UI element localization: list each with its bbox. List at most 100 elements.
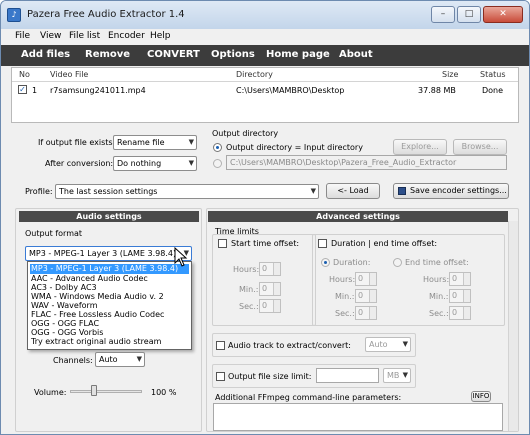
row-video-file: r7samsung241011.mp4: [50, 86, 146, 95]
audio-track-value: Auto: [369, 340, 388, 349]
col-directory[interactable]: Directory: [236, 70, 273, 79]
output-format-select[interactable]: MP3 - MPEG-1 Layer 3 (LAME 3.98.4) ▼: [25, 246, 192, 261]
end-min-spinner[interactable]: 0: [449, 289, 471, 303]
main-window: ♪ Pazera Free Audio Extractor 1.4 – □ ✕ …: [0, 0, 530, 435]
format-option[interactable]: MP3 - MPEG-1 Layer 3 (LAME 3.98.4): [30, 264, 189, 274]
chevron-down-icon: ▼: [136, 355, 142, 363]
end-offset-radio[interactable]: [393, 258, 402, 267]
size-unit-value: MB: [387, 371, 400, 380]
window-title: Pazera Free Audio Extractor 1.4: [27, 9, 185, 20]
end-hours-label: Hours:: [423, 275, 450, 284]
home-page-button[interactable]: Home page: [266, 49, 330, 60]
chevron-down-icon: ▼: [188, 138, 194, 146]
custom-dir-field[interactable]: C:\Users\MAMBRO\Desktop\Pazera_Free_Audi…: [226, 155, 507, 170]
size-limit-field[interactable]: [316, 368, 379, 383]
duration-radio[interactable]: [321, 258, 330, 267]
after-conversion-label: After conversion:: [45, 159, 114, 168]
duration-sec-label: Sec.:: [335, 309, 355, 318]
menu-view[interactable]: View: [40, 31, 61, 41]
size-unit-select[interactable]: MB ▼: [383, 368, 411, 383]
ffmpeg-params-label: Additional FFmpeg command-line parameter…: [215, 393, 402, 402]
size-limit-label: Output file size limit:: [228, 372, 312, 381]
convert-button[interactable]: CONVERT: [147, 49, 200, 60]
profile-select[interactable]: The last session settings ▼: [55, 184, 319, 199]
info-button[interactable]: INFO: [471, 391, 491, 402]
start-sec-label: Sec.:: [239, 302, 259, 311]
duration-hours-spinner[interactable]: 0: [355, 272, 377, 286]
end-offset-label: End time offset:: [405, 258, 469, 267]
explore-button[interactable]: Explore...: [393, 139, 447, 155]
after-conversion-value: Do nothing: [117, 159, 162, 168]
menu-file[interactable]: File: [15, 31, 30, 41]
col-status[interactable]: Status: [480, 70, 506, 79]
duration-checkbox[interactable]: [318, 239, 327, 248]
after-conversion-select[interactable]: Do nothing ▼: [113, 156, 197, 171]
custom-dir-radio[interactable]: [213, 159, 222, 168]
load-profile-button[interactable]: <- Load: [326, 183, 380, 199]
add-files-button[interactable]: Add files: [21, 49, 70, 60]
ffmpeg-params-field[interactable]: [213, 403, 503, 431]
save-disk-icon: [398, 187, 406, 195]
duration-sec-spinner[interactable]: 0: [355, 306, 377, 320]
close-button[interactable]: ✕: [483, 6, 523, 23]
chevron-down-icon: ▼: [402, 371, 408, 379]
audio-settings-title: Audio settings: [19, 211, 199, 222]
menu-help[interactable]: Help: [150, 31, 171, 41]
output-format-dropdown[interactable]: MP3 - MPEG-1 Layer 3 (LAME 3.98.4) AAC -…: [27, 261, 192, 350]
format-option[interactable]: Try extract original audio stream: [30, 337, 189, 347]
output-eq-input-radio[interactable]: [213, 143, 222, 152]
audio-track-checkbox[interactable]: [216, 341, 225, 350]
remove-button[interactable]: Remove: [85, 49, 130, 60]
profile-value: The last session settings: [59, 187, 158, 196]
end-min-label: Min.:: [429, 292, 449, 301]
menu-file-list[interactable]: File list: [69, 31, 100, 41]
toolbar: Add files Remove CONVERT Options Home pa…: [1, 45, 529, 66]
start-min-label: Min.:: [239, 285, 259, 294]
file-list[interactable]: No Video File Directory Size Status ✓ 1 …: [11, 67, 519, 123]
size-limit-checkbox[interactable]: [216, 372, 225, 381]
end-sec-label: Sec.:: [429, 309, 449, 318]
volume-label: Volume:: [34, 388, 67, 397]
browse-button[interactable]: Browse...: [453, 139, 507, 155]
file-list-header: No Video File Directory Size Status: [12, 68, 518, 82]
menu-encoder[interactable]: Encoder: [108, 31, 145, 41]
if-exists-select[interactable]: Rename file ▼: [113, 135, 197, 150]
output-directory-title: Output directory: [212, 129, 279, 138]
minimize-button[interactable]: –: [431, 6, 455, 23]
options-button[interactable]: Options: [211, 49, 255, 60]
profile-label: Profile:: [25, 187, 53, 196]
start-sec-spinner[interactable]: 0: [259, 299, 281, 313]
end-hours-spinner[interactable]: 0: [449, 272, 471, 286]
maximize-button[interactable]: □: [457, 6, 481, 23]
audio-track-label: Audio track to extract/convert:: [228, 341, 351, 350]
row-checkbox[interactable]: ✓: [18, 85, 27, 94]
save-encoder-settings-button[interactable]: Save encoder settings...: [393, 183, 509, 199]
mouse-cursor-icon: [174, 247, 188, 267]
if-exists-label: If output file exists:: [38, 138, 116, 147]
volume-value: 100 %: [151, 388, 177, 397]
end-sec-spinner[interactable]: 0: [449, 306, 471, 320]
output-format-value: MP3 - MPEG-1 Layer 3 (LAME 3.98.4): [29, 249, 177, 258]
audio-track-select[interactable]: Auto ▼: [365, 337, 411, 352]
title-bar: ♪ Pazera Free Audio Extractor 1.4 – □ ✕: [1, 1, 529, 29]
start-offset-label: Start time offset:: [231, 239, 300, 248]
chevron-down-icon: ▼: [402, 340, 408, 348]
duration-min-spinner[interactable]: 0: [355, 289, 377, 303]
volume-slider-thumb[interactable]: [90, 385, 97, 396]
col-no[interactable]: No: [19, 70, 30, 79]
channels-select[interactable]: Auto ▼: [95, 352, 145, 367]
col-video-file[interactable]: Video File: [50, 70, 88, 79]
advanced-settings-title: Advanced settings: [208, 211, 508, 222]
output-format-label: Output format: [25, 229, 83, 238]
channels-label: Channels:: [53, 356, 93, 365]
col-size[interactable]: Size: [442, 70, 458, 79]
duration-hours-label: Hours:: [329, 275, 356, 284]
advanced-scrollbar[interactable]: [508, 221, 518, 431]
start-min-spinner[interactable]: 0: [259, 282, 281, 296]
about-button[interactable]: About: [339, 49, 373, 60]
if-exists-value: Rename file: [117, 138, 165, 147]
start-hours-spinner[interactable]: 0: [259, 262, 281, 276]
channels-value: Auto: [99, 355, 118, 364]
start-offset-checkbox[interactable]: [218, 239, 227, 248]
volume-slider-track[interactable]: [70, 390, 142, 393]
